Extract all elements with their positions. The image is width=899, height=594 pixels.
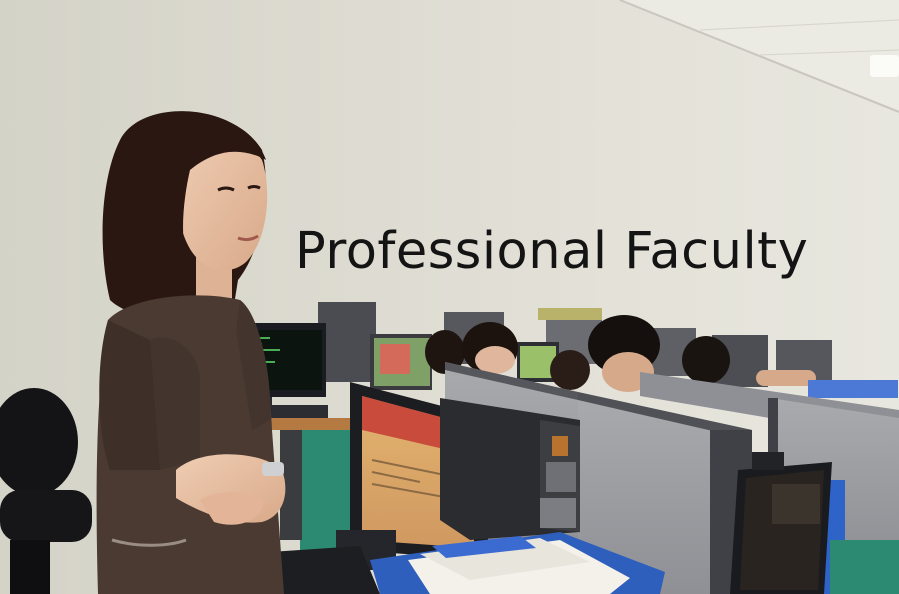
woman-figure: [96, 111, 286, 594]
computer-tower: [440, 398, 580, 540]
photo-scene: Professional Faculty: [0, 0, 899, 594]
caption-text: Professional Faculty: [295, 222, 809, 281]
ceiling-light: [870, 55, 899, 77]
right-monitor: [730, 452, 832, 594]
scene-illustration: [0, 0, 899, 594]
left-desk: [268, 418, 358, 430]
